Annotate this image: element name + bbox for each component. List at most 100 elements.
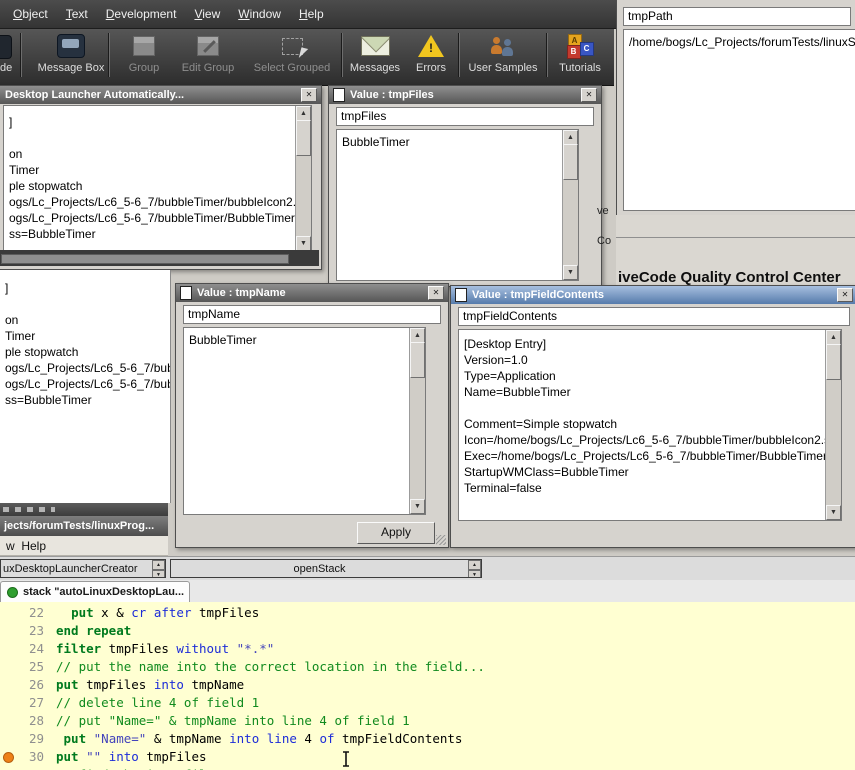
text-cursor-pointer bbox=[340, 750, 352, 770]
scroll-up-icon[interactable]: ▲ bbox=[296, 106, 311, 121]
scroll-down-icon[interactable]: ▼ bbox=[563, 265, 578, 280]
hidden-button-fragment[interactable]: ve bbox=[597, 205, 609, 217]
spinner-control[interactable]: ▲ ▼ bbox=[468, 560, 481, 577]
tmppath-content-field[interactable]: /home/bogs/Lc_Projects/forumTests/linuxS bbox=[623, 29, 855, 211]
code-line[interactable]: 29 put "Name=" & tmpName into line 4 of … bbox=[0, 730, 855, 748]
close-icon[interactable]: ✕ bbox=[581, 88, 597, 102]
breakpoint-icon[interactable] bbox=[3, 752, 14, 763]
vertical-scrollbar[interactable]: ▲ ▼ bbox=[825, 330, 841, 520]
tmpname-titlebar[interactable]: Value : tmpName ✕ bbox=[176, 284, 448, 302]
menu-development[interactable]: Development bbox=[97, 7, 186, 21]
code-line[interactable]: 24filter tmpFiles without "*.*" bbox=[0, 640, 855, 658]
line-number-gutter[interactable]: 22 bbox=[0, 604, 50, 622]
scrollbar-thumb[interactable] bbox=[410, 342, 425, 378]
vertical-scrollbar[interactable]: ▲ ▼ bbox=[409, 328, 425, 514]
window-titlebar-fragment[interactable] bbox=[0, 503, 168, 516]
toolbar-item-messages[interactable]: Messages bbox=[346, 33, 404, 74]
scrollbar-thumb[interactable] bbox=[826, 344, 841, 380]
spinner-up-icon[interactable]: ▲ bbox=[152, 560, 165, 570]
menu-text[interactable]: Text bbox=[57, 7, 97, 21]
code-line[interactable]: 27// delete line 4 of field 1 bbox=[0, 694, 855, 712]
close-icon[interactable]: ✕ bbox=[301, 88, 317, 102]
line-number-gutter[interactable]: 23 bbox=[0, 622, 50, 640]
script-editor-titlebar-fragment[interactable]: jects/forumTests/linuxProg... bbox=[0, 516, 168, 536]
code-text: put "Name=" & tmpName into line 4 of tmp… bbox=[50, 730, 462, 748]
messages-icon bbox=[361, 36, 390, 56]
code-line[interactable]: 23end repeat bbox=[0, 622, 855, 640]
desktop-launcher-window: Desktop Launcher Automatically... ✕ ] on… bbox=[0, 85, 322, 270]
scrollbar-thumb[interactable] bbox=[563, 144, 578, 180]
toolbar-item-errors[interactable]: ! Errors bbox=[408, 33, 454, 74]
scroll-up-icon[interactable]: ▲ bbox=[563, 130, 578, 145]
handler-selector-label: openStack bbox=[171, 563, 468, 575]
code-line[interactable]: 26put tmpFiles into tmpName bbox=[0, 676, 855, 694]
line-number-gutter[interactable]: 27 bbox=[0, 694, 50, 712]
vertical-scrollbar[interactable]: ▲ ▼ bbox=[295, 106, 311, 251]
tmppath-name-field[interactable]: tmpPath bbox=[623, 7, 851, 26]
vertical-scrollbar[interactable]: ▲ ▼ bbox=[562, 130, 578, 280]
toolbar-item-message-box[interactable]: Message Box bbox=[38, 33, 104, 74]
select-grouped-icon bbox=[282, 38, 303, 55]
tab-stack-script[interactable]: stack "autoLinuxDesktopLau... bbox=[0, 581, 190, 602]
hidden-button-fragment[interactable]: Co bbox=[597, 235, 611, 247]
menu-view[interactable]: View bbox=[185, 7, 229, 21]
launcher-content-field[interactable]: ] on Timer ple stopwatch ogs/Lc_Projects… bbox=[3, 105, 312, 252]
toolbar-separator bbox=[341, 33, 343, 77]
code-line[interactable]: 22 put x & cr after tmpFiles bbox=[0, 604, 855, 622]
code-text: put "" into tmpFiles bbox=[50, 748, 207, 766]
line-number-gutter[interactable]: 25 bbox=[0, 658, 50, 676]
group-icon bbox=[133, 36, 155, 56]
code-line[interactable]: 30put "" into tmpFiles bbox=[0, 748, 855, 766]
spinner-up-icon[interactable]: ▲ bbox=[468, 560, 481, 570]
menu-object[interactable]: Object bbox=[4, 7, 57, 21]
handler-selector-openstack[interactable]: openStack ▲ ▼ bbox=[170, 559, 482, 578]
line-number-gutter[interactable]: 24 bbox=[0, 640, 50, 658]
code-icon-partial[interactable] bbox=[0, 35, 12, 59]
script-editor-menubar-fragment[interactable]: w Help bbox=[0, 536, 168, 556]
scroll-down-icon[interactable]: ▼ bbox=[296, 236, 311, 251]
line-number-gutter[interactable]: 28 bbox=[0, 712, 50, 730]
horizontal-scrollbar[interactable] bbox=[1, 254, 289, 264]
code-text: // find the icon file bbox=[50, 766, 214, 770]
close-icon[interactable]: ✕ bbox=[837, 288, 853, 302]
launcher-titlebar[interactable]: Desktop Launcher Automatically... ✕ bbox=[0, 86, 321, 104]
scrollbar-thumb[interactable] bbox=[296, 120, 311, 156]
spinner-down-icon[interactable]: ▼ bbox=[152, 570, 165, 578]
toolbar-item-tutorials[interactable]: A B C Tutorials bbox=[552, 33, 608, 74]
apply-button[interactable]: Apply bbox=[357, 522, 435, 544]
handler-selector-left[interactable]: uxDesktopLauncherCreator ▲ ▼ bbox=[0, 559, 166, 578]
menu-window[interactable]: Window bbox=[229, 7, 290, 21]
resize-grip[interactable] bbox=[436, 535, 446, 545]
tmpname-name-field[interactable]: tmpName bbox=[183, 305, 441, 324]
line-number-gutter[interactable]: 30 bbox=[0, 748, 50, 766]
tutorials-icon: A B C bbox=[567, 34, 594, 58]
scroll-up-icon[interactable]: ▲ bbox=[410, 328, 425, 343]
code-line[interactable]: 25// put the name into the correct locat… bbox=[0, 658, 855, 676]
tmpfieldcontents-content-field[interactable]: [Desktop Entry] Version=1.0 Type=Applica… bbox=[458, 329, 842, 521]
left-list-window-fragment[interactable]: ] on Timer ple stopwatch ogs/Lc_Projects… bbox=[0, 270, 171, 503]
line-number-gutter[interactable]: 26 bbox=[0, 676, 50, 694]
code-line[interactable]: 28// put "Name=" & tmpName into line 4 o… bbox=[0, 712, 855, 730]
line-number-gutter[interactable]: 31 bbox=[0, 766, 50, 770]
tmpname-content-field[interactable]: BubbleTimer ▲ ▼ bbox=[183, 327, 426, 515]
tmpfiles-content-field[interactable]: BubbleTimer ▲ ▼ bbox=[336, 129, 579, 281]
qcc-title: iveCode Quality Control Center bbox=[618, 269, 841, 286]
desktop-entry-line: [Desktop Entry] bbox=[459, 336, 841, 352]
spinner-down-icon[interactable]: ▼ bbox=[468, 570, 481, 578]
tmpfieldcontents-name-field[interactable]: tmpFieldContents bbox=[458, 307, 850, 326]
scroll-up-icon[interactable]: ▲ bbox=[826, 330, 841, 345]
close-icon[interactable]: ✕ bbox=[428, 286, 444, 300]
value-tmppath-window: tmpPath /home/bogs/Lc_Projects/forumTest… bbox=[616, 0, 855, 217]
scroll-down-icon[interactable]: ▼ bbox=[826, 505, 841, 520]
tmpfiles-titlebar[interactable]: Value : tmpFiles ✕ bbox=[329, 86, 601, 104]
menu-help[interactable]: Help bbox=[290, 7, 333, 21]
script-editor-area[interactable]: 22 put x & cr after tmpFiles23end repeat… bbox=[0, 602, 855, 770]
tmpfiles-name-field[interactable]: tmpFiles bbox=[336, 107, 594, 126]
tmpfieldcontents-titlebar[interactable]: Value : tmpFieldContents ✕ bbox=[451, 286, 855, 304]
toolbar-item-user-samples[interactable]: User Samples bbox=[466, 33, 540, 74]
code-line[interactable]: 31// find the icon file bbox=[0, 766, 855, 770]
value-tmpfiles-window: Value : tmpFiles ✕ tmpFiles BubbleTimer … bbox=[328, 85, 602, 287]
line-number-gutter[interactable]: 29 bbox=[0, 730, 50, 748]
scroll-down-icon[interactable]: ▼ bbox=[410, 499, 425, 514]
spinner-control[interactable]: ▲ ▼ bbox=[152, 560, 165, 577]
